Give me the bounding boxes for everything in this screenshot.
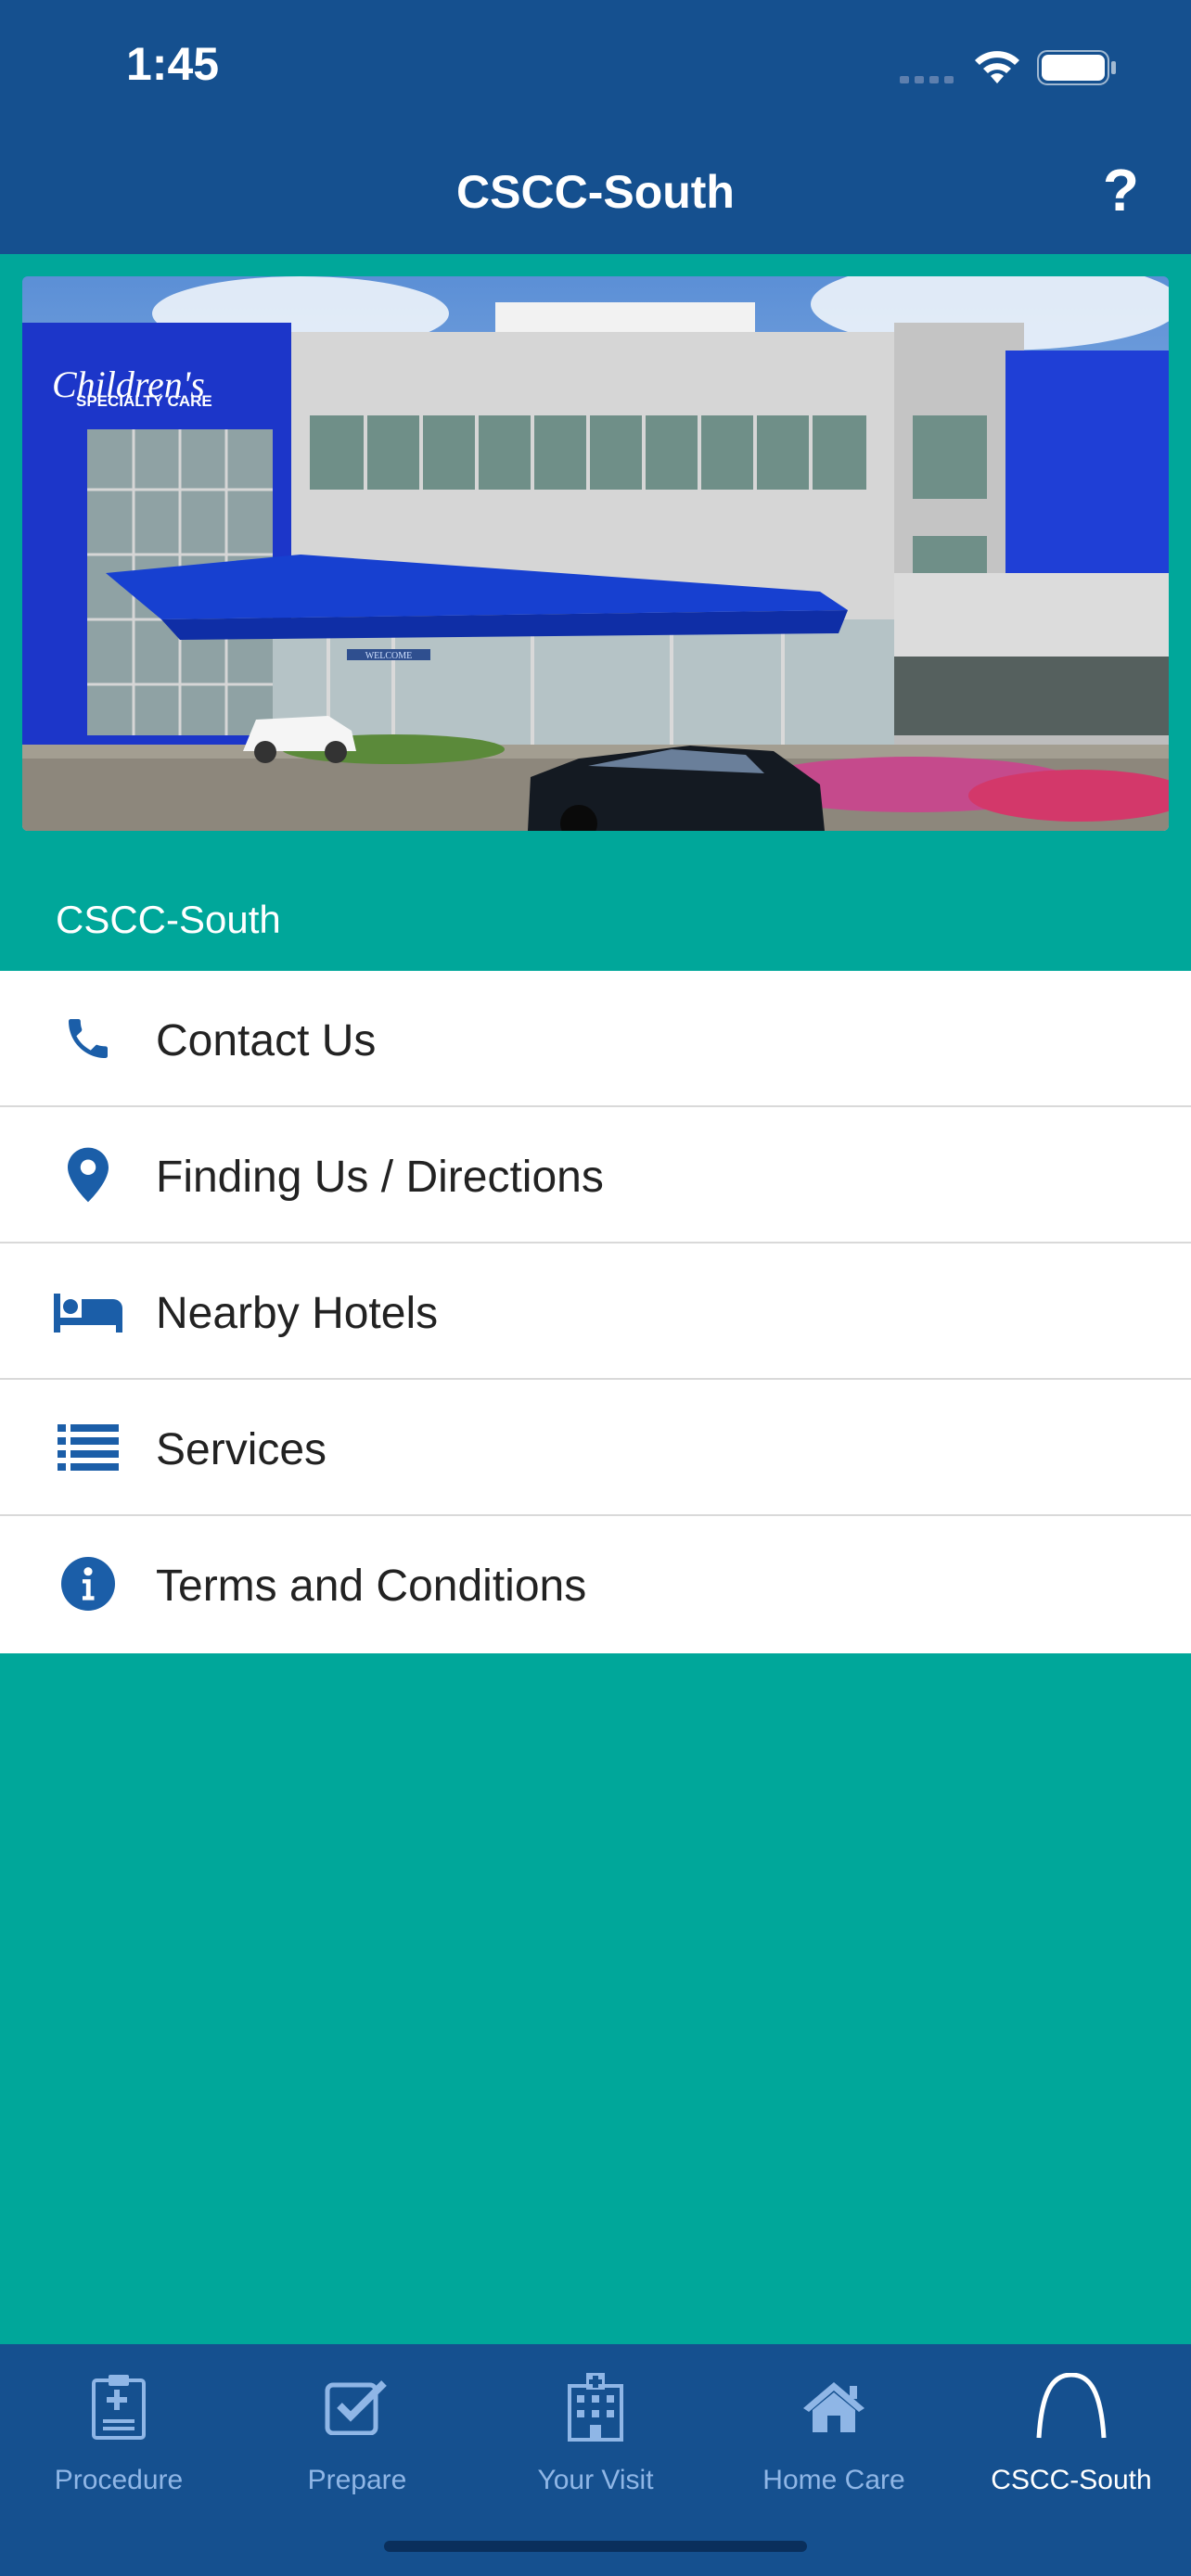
help-button[interactable]: ? [1103, 156, 1139, 224]
tab-your-visit[interactable]: Your Visit [477, 2344, 714, 2511]
section-header: CSCC-South [56, 898, 281, 941]
navigation-bar: CSCC-South ? [0, 130, 1191, 254]
tab-procedure-label: Procedure [54, 2465, 184, 2495]
bed-icon [54, 1281, 122, 1342]
nearby-hotels-label: Nearby Hotels [156, 1289, 439, 1338]
house-icon [788, 2365, 880, 2448]
tab-prepare[interactable]: Prepare [238, 2344, 476, 2511]
terms-row[interactable]: Terms and Conditions [0, 1516, 1191, 1653]
directions-label: Finding Us / Directions [156, 1153, 604, 1202]
info-icon [54, 1553, 122, 1614]
tab-your-visit-label: Your Visit [537, 2465, 654, 2495]
tab-home-care[interactable]: Home Care [715, 2344, 953, 2511]
directions-row[interactable]: Finding Us / Directions [0, 1107, 1191, 1243]
phone-icon [54, 1008, 122, 1069]
checkbox-icon [311, 2365, 403, 2448]
page-title: CSCC-South [456, 166, 735, 218]
clipboard-plus-icon [72, 2365, 165, 2448]
hospital-icon [549, 2365, 642, 2448]
services-label: Services [156, 1425, 327, 1474]
map-pin-icon [54, 1144, 122, 1205]
tab-prepare-label: Prepare [307, 2465, 407, 2495]
home-indicator[interactable] [384, 2541, 807, 2552]
canopy-text: WELCOME [365, 651, 413, 661]
status-time: 1:45 [126, 38, 220, 90]
tab-cscc-south-label: CSCC-South [991, 2465, 1152, 2495]
wifi-icon [975, 51, 1019, 83]
services-row[interactable]: Services [0, 1380, 1191, 1516]
cellular-signal-icon [900, 76, 954, 83]
tab-procedure[interactable]: Procedure [0, 2344, 237, 2511]
status-bar: 1:45 [0, 0, 1191, 130]
sign-subtext: SPECIALTY CARE [76, 392, 212, 410]
tab-cscc-south[interactable]: CSCC-South [953, 2344, 1190, 2511]
tab-home-care-label: Home Care [762, 2465, 905, 2495]
terms-label: Terms and Conditions [156, 1562, 587, 1611]
list-icon [54, 1417, 122, 1478]
contact-us-label: Contact Us [156, 1016, 377, 1065]
arch-icon [1025, 2365, 1118, 2448]
building-image: Children's SPECIALTY CARE WELCOME [22, 276, 1169, 831]
nearby-hotels-row[interactable]: Nearby Hotels [0, 1243, 1191, 1380]
contact-us-row[interactable]: Contact Us [0, 971, 1191, 1107]
battery-icon [1037, 50, 1116, 85]
menu-list: Contact Us Finding Us / Directions Nearb… [0, 971, 1191, 1653]
